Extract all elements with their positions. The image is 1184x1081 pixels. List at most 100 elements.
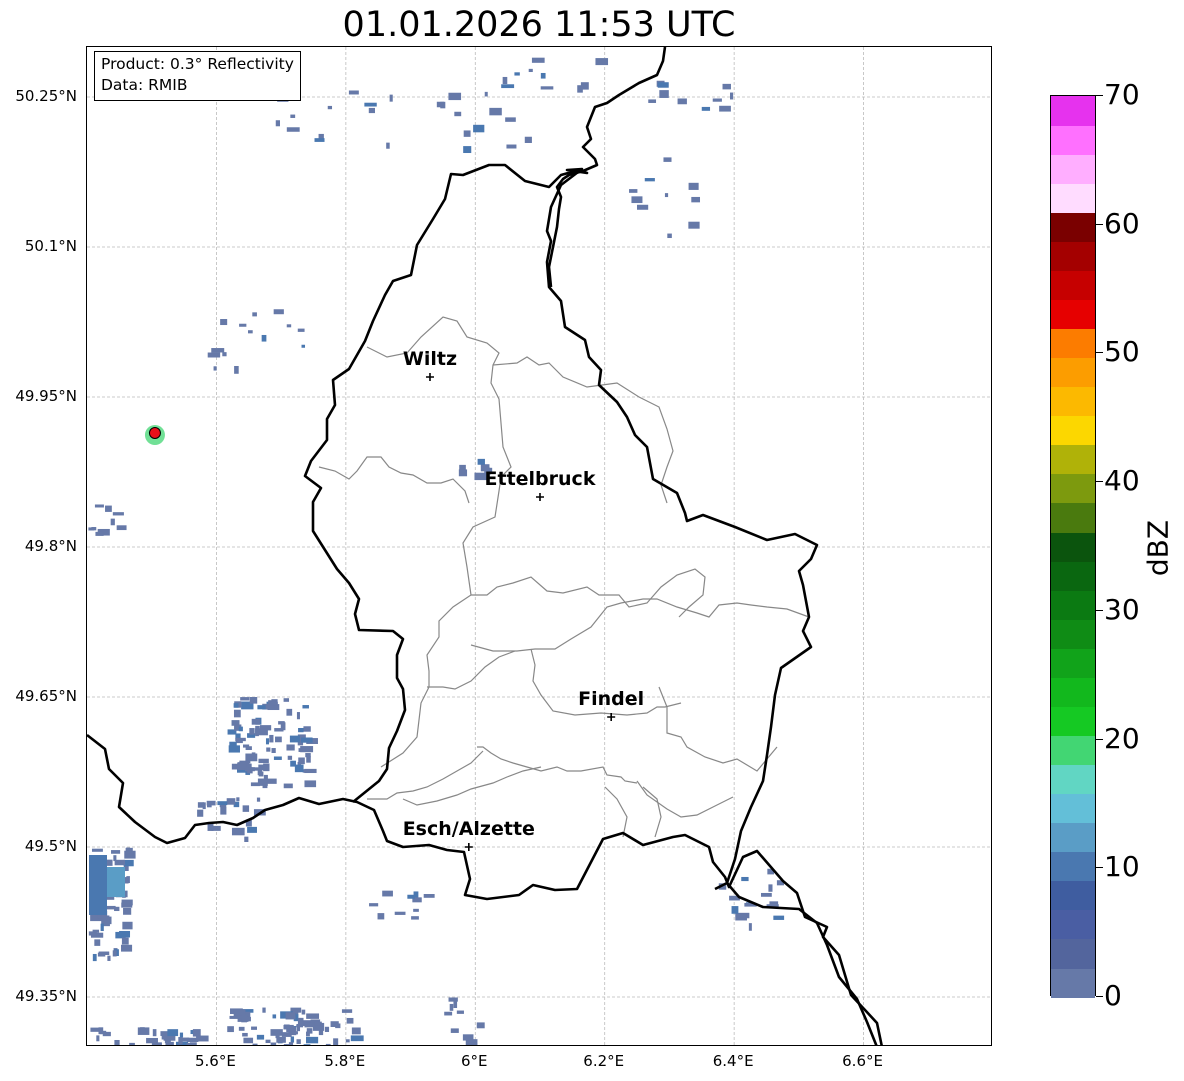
echo-cell bbox=[244, 767, 255, 772]
echo-cell bbox=[121, 937, 129, 945]
echo-cell bbox=[369, 903, 379, 907]
echo-cell bbox=[272, 1014, 277, 1019]
echo-cell bbox=[289, 735, 300, 743]
echo-cell bbox=[111, 850, 121, 854]
echo-cell bbox=[502, 76, 508, 85]
echo-cell bbox=[217, 801, 228, 806]
colorbar-segment bbox=[1051, 561, 1095, 591]
radar-echoes bbox=[88, 57, 785, 1045]
echo-cell bbox=[247, 826, 257, 833]
echo-cell bbox=[266, 778, 277, 784]
echo-cell bbox=[249, 697, 258, 704]
echo-cell bbox=[116, 525, 127, 531]
echo-cell bbox=[107, 867, 125, 897]
colorbar-tick-label: 50 bbox=[1104, 335, 1140, 369]
echo-cell bbox=[664, 193, 669, 198]
echo-cell bbox=[285, 1012, 296, 1020]
echo-cell bbox=[413, 908, 419, 912]
lat-tick-label: 49.35°N bbox=[15, 987, 77, 1005]
echo-cell bbox=[484, 91, 488, 97]
echo-cell bbox=[269, 734, 274, 743]
echo-cell bbox=[92, 953, 97, 962]
echo-cell bbox=[629, 189, 638, 193]
echo-cell bbox=[242, 1032, 248, 1037]
echo-cell bbox=[235, 737, 246, 742]
lat-tick-label: 49.5°N bbox=[24, 837, 77, 855]
echo-cell bbox=[252, 1043, 258, 1045]
colorbar-tick-mark bbox=[1096, 609, 1103, 611]
echo-cell bbox=[345, 1039, 350, 1043]
echo-cell bbox=[197, 809, 204, 817]
echo-cell bbox=[92, 929, 100, 933]
echo-cell bbox=[290, 114, 296, 118]
lon-tick-label: 6.4°E bbox=[712, 1052, 754, 1070]
echo-cell bbox=[663, 157, 672, 162]
map-canvas: Wiltz Ettelbruck Findel Esch/Alzette bbox=[87, 47, 991, 1045]
echo-cell bbox=[748, 923, 752, 931]
echo-cell bbox=[213, 366, 217, 371]
echo-cell bbox=[229, 1015, 242, 1019]
echo-cell bbox=[125, 847, 133, 854]
echo-cell bbox=[257, 768, 263, 776]
echo-cell bbox=[97, 915, 102, 919]
echo-cell bbox=[167, 1029, 179, 1037]
echo-cell bbox=[274, 728, 284, 732]
radar-map[interactable]: Wiltz Ettelbruck Findel Esch/Alzette bbox=[86, 46, 992, 1046]
product-info-box: Product: 0.3° Reflectivity Data: RMIB bbox=[94, 51, 301, 101]
echo-cell bbox=[275, 120, 280, 127]
echo-cell bbox=[231, 720, 240, 726]
echo-cell bbox=[275, 1033, 280, 1039]
colorbar-segment bbox=[1051, 357, 1095, 388]
echo-cell bbox=[489, 107, 502, 116]
data-source-label: Data: RMIB bbox=[101, 76, 188, 94]
lat-tick-label: 50.1°N bbox=[24, 237, 77, 255]
echo-cell bbox=[657, 82, 669, 88]
echo-cell bbox=[444, 1011, 453, 1016]
echo-cell bbox=[270, 701, 278, 706]
echo-cell bbox=[233, 703, 239, 708]
echo-cell bbox=[768, 884, 773, 892]
echo-cell bbox=[407, 894, 415, 899]
colorbar-tick-mark bbox=[1096, 481, 1103, 483]
echo-cell bbox=[303, 1044, 311, 1045]
colorbar-segment bbox=[1051, 212, 1095, 242]
border-lux-main bbox=[303, 163, 819, 891]
echo-cell bbox=[91, 848, 103, 852]
echo-cell bbox=[540, 72, 546, 79]
echo-cell bbox=[506, 144, 517, 149]
echo-cell bbox=[290, 1036, 295, 1043]
echo-cell bbox=[595, 58, 609, 66]
echo-cell bbox=[275, 736, 282, 743]
echo-cell bbox=[220, 319, 228, 326]
colorbar-tick-mark bbox=[1096, 996, 1103, 997]
echo-cell bbox=[112, 512, 124, 516]
graticule-gridlines bbox=[87, 47, 991, 1045]
echo-cell bbox=[423, 894, 435, 898]
colorbar-segment bbox=[1051, 880, 1095, 911]
colorbar-segment bbox=[1051, 619, 1095, 649]
colorbar-segment bbox=[1051, 735, 1095, 766]
echo-cell bbox=[454, 111, 462, 117]
colorbar-tick-label: 10 bbox=[1104, 850, 1140, 884]
colorbar-segment bbox=[1051, 473, 1095, 504]
echo-cell bbox=[301, 344, 306, 348]
echo-cell bbox=[303, 726, 311, 732]
echo-cell bbox=[123, 907, 132, 915]
colorbar-segment bbox=[1051, 270, 1095, 301]
echo-cell bbox=[287, 755, 293, 760]
echo-cell bbox=[100, 923, 104, 932]
echo-cell bbox=[306, 1028, 313, 1034]
echo-cell bbox=[197, 802, 205, 808]
echo-cell bbox=[233, 709, 241, 718]
echo-cell bbox=[107, 955, 111, 961]
echo-cell bbox=[450, 1028, 459, 1033]
echo-cell bbox=[333, 1038, 339, 1045]
echo-cell bbox=[114, 906, 120, 912]
echo-cell bbox=[325, 1043, 331, 1045]
echo-cell bbox=[463, 130, 471, 137]
echo-cell bbox=[577, 85, 583, 93]
echo-cell bbox=[283, 698, 290, 702]
colorbar-tick-label: 0 bbox=[1104, 979, 1122, 1012]
echo-cell bbox=[731, 906, 739, 914]
echo-cell bbox=[302, 705, 309, 709]
